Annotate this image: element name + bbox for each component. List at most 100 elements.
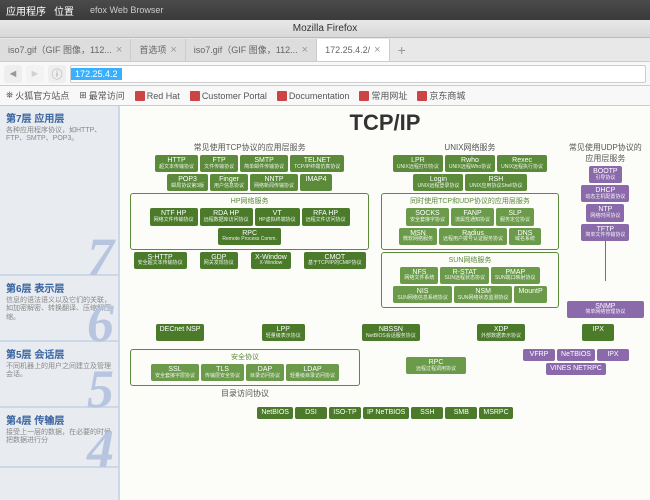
menu-places[interactable]: 位置	[54, 3, 74, 18]
protocol-box: Radius远程用户拨号认证服务协议	[439, 228, 507, 245]
bookmark-item[interactable]: Documentation	[277, 89, 350, 102]
osi-layers-column: 第7层 应用层各种应用程序协议，如HTTP、FTP、SMTP、POP3。7第6层…	[0, 106, 120, 500]
window-title: Mozilla Firefox	[293, 23, 357, 34]
close-icon[interactable]: ×	[170, 44, 176, 56]
url-input[interactable]: 172.25.4.2	[70, 65, 646, 83]
protocol-box: ISO-TP	[329, 407, 361, 419]
protocol-box: POP3邮局协议第3版	[167, 174, 208, 191]
protocol-box: BOOTP引导协议	[589, 166, 622, 183]
url-text: 172.25.4.2	[71, 68, 122, 80]
protocol-box: DAP目录访问协议	[246, 364, 284, 381]
protocol-box: NNTP网络新闻传输协议	[250, 174, 298, 191]
hp-group: HP网络服务 NTF HP网络文件传输协议RDA HP远程数据库访问协议VTHP…	[130, 193, 369, 249]
os-menubar: 应用程序 位置 efox Web Browser	[0, 0, 650, 20]
osi-layer: 第7层 应用层各种应用程序协议，如HTTP、FTP、SMTP、POP3。7	[0, 106, 118, 276]
protocol-box: HTTP超文本传输协议	[155, 155, 198, 172]
protocol-box: R-STATSUN远程状态协议	[440, 267, 489, 284]
protocol-box: SMTP简单邮件传输协议	[240, 155, 288, 172]
protocol-box: TLS传输层安全协议	[201, 364, 244, 381]
tab-bar: iso7.gif（GIF 图像，112...×首选项×iso7.gif（GIF …	[0, 38, 650, 62]
info-icon[interactable]: ⓘ	[48, 65, 66, 83]
protocol-box: LoginUNIX远程登录协议	[413, 174, 463, 191]
browser-tab[interactable]: iso7.gif（GIF 图像，112...×	[186, 39, 317, 61]
protocol-box: SSL安全套接字层协议	[151, 364, 199, 381]
back-button[interactable]: ◄	[4, 65, 22, 83]
protocol-box: DHCP动态主机配置协议	[581, 185, 629, 202]
protocol-box: LDAP轻量级目录访问协议	[286, 364, 339, 381]
bookmark-icon	[277, 91, 287, 101]
diagram-title: TCP/IP	[120, 106, 650, 140]
hp-title: HP网络服务	[133, 196, 366, 206]
window-titlebar: Mozilla Firefox	[0, 20, 650, 38]
protocol-box: MSN微软网络服务	[399, 228, 437, 245]
page-viewport: 第7层 应用层各种应用程序协议，如HTTP、FTP、SMTP、POP3。7第6层…	[0, 106, 650, 500]
protocol-box: IPX	[582, 324, 614, 341]
bookmark-item[interactable]: ⊞最常访问	[79, 89, 125, 102]
protocol-box: FANP流属性通知协议	[451, 208, 494, 225]
protocol-box: XDP外部数据表示协议	[477, 324, 525, 341]
protocol-box: RexecUNIX远程执行协议	[497, 155, 547, 172]
protocol-box: VFRP	[523, 349, 555, 361]
bookmark-icon: ⛯	[6, 90, 13, 101]
protocol-box: Finger用户信息协议	[210, 174, 248, 191]
protocol-box: NeTBIOS	[557, 349, 595, 361]
protocol-box: S-HTTP安全超文本传输协议	[134, 252, 187, 269]
protocol-box: SOCKS安全套接字协议	[406, 208, 449, 225]
protocol-box: SLP服务定位协议	[496, 208, 534, 225]
rpc-box: RPC远程过程调用协议	[406, 357, 466, 374]
close-icon[interactable]: ×	[302, 44, 308, 56]
protocol-box: RPCRemote Process Comm.	[218, 228, 280, 245]
protocol-box: RwhoUNIX远程Who协议	[445, 155, 495, 172]
unix-header: UNIX网络服务	[377, 142, 562, 153]
protocol-box: NTP网络时间协议	[586, 204, 624, 221]
osi-layer: 第4层 传输层接受上一层的数据，在必要的时候把数据进行分4	[0, 408, 118, 468]
protocol-box: IP NeTBIOS	[363, 407, 409, 419]
tcp-header: 常见使用TCP协议的应用层服务	[126, 142, 373, 153]
browser-tab[interactable]: iso7.gif（GIF 图像，112...×	[0, 39, 131, 61]
protocol-box: NBSSNNetBIOS会话服务协议	[362, 324, 420, 341]
menu-apps[interactable]: 应用程序	[6, 3, 46, 18]
protocol-box: RSHUNIX应用协议Shell协议	[465, 174, 526, 191]
sun-title: SUN网络服务	[384, 255, 555, 265]
close-icon[interactable]: ×	[116, 44, 122, 56]
protocol-box: LPRUNIX远程打印协议	[393, 155, 443, 172]
bookmark-icon	[190, 91, 200, 101]
sun-group: SUN网络服务 NFS网络文件系统R-STATSUN远程状态协议PMAPSUN端…	[381, 252, 558, 308]
protocol-box: DSI	[295, 407, 327, 419]
protocol-box: LPP轻量级表示协议	[262, 324, 305, 341]
snmp-box: SNMP简单网络管理协议	[567, 301, 644, 318]
bookmark-icon	[417, 91, 427, 101]
protocol-box: NISSUN网络信息系统协议	[393, 286, 452, 303]
bookmark-item[interactable]: 常用网址	[359, 89, 407, 102]
bookmark-icon	[359, 91, 369, 101]
browser-tab[interactable]: 172.25.4.2/×	[317, 39, 389, 61]
forward-button[interactable]: ►	[26, 65, 44, 83]
close-icon[interactable]: ×	[374, 44, 380, 56]
sec-title: 安全协议	[133, 352, 357, 362]
bookmark-item[interactable]: Red Hat	[135, 89, 180, 102]
protocol-box: DECnet NSP	[156, 324, 205, 341]
osi-layer: 第6层 表示层信息的语法语义以及它们的关联，如加密解密、转换翻译、压缩解压缩。6	[0, 276, 118, 342]
protocol-box: TFTP简单文件传输协议	[581, 224, 629, 241]
tcpudp-title: 同时使用TCP和UDP协议的应用层服务	[384, 196, 555, 206]
tcpudp-group: 同时使用TCP和UDP协议的应用层服务 SOCKS安全套接字协议FANP流属性通…	[381, 193, 558, 249]
protocol-box: MountP	[514, 286, 546, 303]
new-tab-button[interactable]: +	[390, 42, 414, 58]
protocol-box: X-WindowX-Window	[251, 252, 291, 269]
udp-header: 常见使用UDP协议的应用层服务	[567, 142, 644, 164]
bookmark-item[interactable]: ⛯火狐官方站点	[6, 89, 69, 102]
protocol-box: DNS域名系统	[509, 228, 541, 245]
protocol-box: GDP网关发现协议	[200, 252, 238, 269]
bookmark-item[interactable]: 京东商城	[417, 89, 465, 102]
bookmark-item[interactable]: Customer Portal	[190, 89, 267, 102]
protocol-box: NSMSUN网络状态监测协议	[454, 286, 513, 303]
protocol-box: TELNETTCP/IP终端仿真协议	[290, 155, 344, 172]
protocol-box: VINES NETRPC	[546, 363, 606, 375]
browser-tab[interactable]: 首选项×	[131, 39, 185, 61]
security-group: 安全协议 SSL安全套接字层协议TLS传输层安全协议DAP目录访问协议LDAP轻…	[130, 349, 360, 386]
protocol-box: MSRPC	[479, 407, 512, 419]
protocol-box: SSH	[411, 407, 443, 419]
protocol-box: NFS网络文件系统	[400, 267, 438, 284]
protocol-box: IMAP4	[300, 174, 332, 191]
bookmarks-bar: ⛯火狐官方站点 ⊞最常访问 Red Hat Customer Portal Docume…	[0, 86, 650, 106]
